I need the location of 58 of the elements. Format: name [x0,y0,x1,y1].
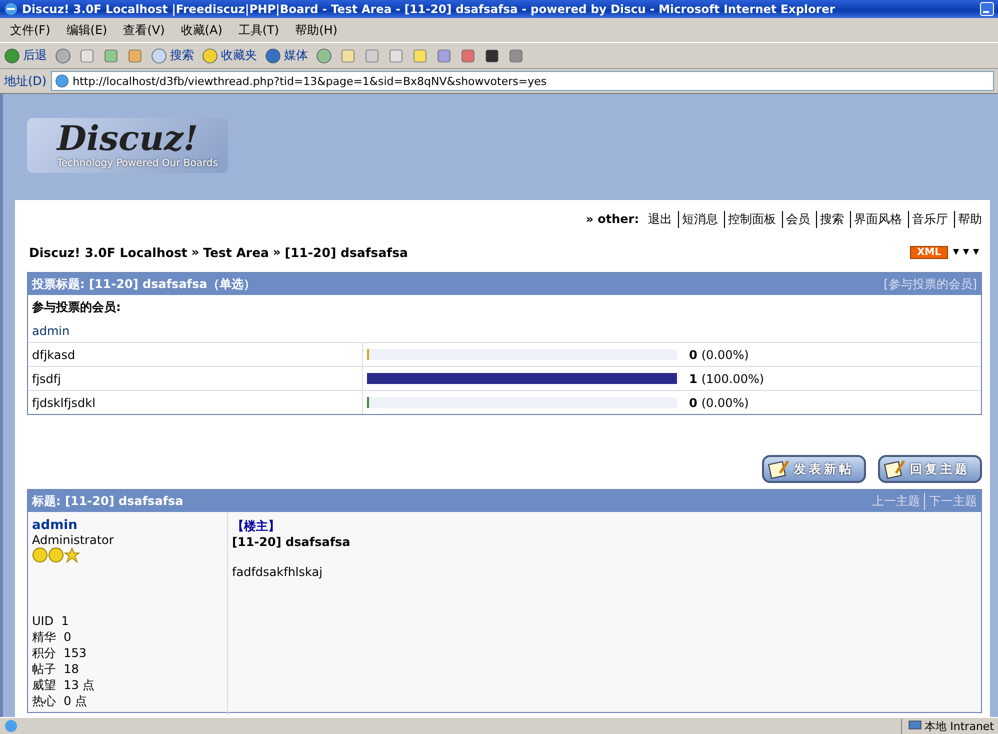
nav-link[interactable]: 帮助 [954,210,982,228]
menu-item[interactable]: 文件(F) [10,22,50,38]
author-stat: 热心 0 点 [32,693,88,709]
breadcrumb-separator: » [273,245,281,259]
menu-item[interactable]: 收藏(A) [180,22,222,38]
author-stat: 帖子 18 [32,661,80,677]
option-name: fjsdfj [32,372,61,386]
post-title: [11-20] dsafsafsa [232,535,352,549]
voters-label: 参与投票的会员: [32,300,121,314]
window-title: Discuz! 3.0F Localhost |Freediscuz|PHP|Board - Test Area - [11-20] dsafsafsa - powered by Discu - Microsoft Internet Explorer [22,2,836,16]
address-label: 地址(D) [4,72,47,90]
nav-link[interactable]: 界面风格 [850,210,902,228]
nav-link[interactable]: 音乐厅 [908,210,948,228]
favorites-button[interactable]: 收藏夹 [202,47,257,64]
author-stat: 精华 0 [32,629,72,645]
address-field[interactable]: http://localhost/d3fb/viewthread.php?tid=13&page=1&sid=Bx8qNV&showvoters=yes [50,71,994,91]
nav-link[interactable]: 退出 [645,210,672,228]
breadcrumb-link[interactable]: [11-20] dsafsafsa [284,244,408,260]
nav-link[interactable]: 短消息 [678,210,718,228]
floor-label: 【楼主】 [232,518,281,535]
breadcrumb-link[interactable]: Discuz! 3.0F Localhost [29,244,188,260]
author-role: Administrator [32,533,115,547]
author-stat: 积分 153 [32,645,88,661]
nav-link[interactable]: 搜索 [816,210,844,228]
back-button[interactable]: 后退 [4,47,47,64]
post-header-title: 标题: [11-20] dsafsafsa [32,492,184,510]
pencil-note-icon [768,459,790,479]
nav-label: » other: [586,212,639,226]
vote-percent: (0.00%) [701,396,749,410]
vote-percent: (0.00%) [701,348,749,362]
option-name: dfjkasd [32,348,76,362]
breadcrumb-link[interactable]: Test Area [203,244,269,260]
pencil-note-icon [884,459,906,479]
option-name: fjdsklfjsdkl [32,396,96,410]
breadcrumb-separator: » [191,245,200,259]
menu-item[interactable]: 编辑(E) [66,22,108,38]
vote-count: 0 [689,396,698,410]
media-button[interactable]: 媒体 [265,47,308,64]
minimize-icon[interactable] [980,2,994,16]
zone-label: 本地 Intranet [900,718,994,734]
vote-count: 1 [689,372,698,386]
nav-link[interactable]: 控制面板 [724,210,776,228]
author-stat: 威望 13 点 [32,677,96,693]
author-name[interactable]: admin [32,518,223,533]
vote-count: 0 [689,348,698,362]
menu-item[interactable]: 工具(T) [238,22,280,38]
author-stat: UID 1 [32,613,70,629]
post-body: fadfdsakfhlskaj [232,565,324,579]
menu-item[interactable]: 帮助(H) [295,22,338,38]
down-arrows-icon[interactable] [952,248,982,256]
voter-link[interactable]: admin [32,324,70,338]
menu-item[interactable]: 查看(V) [123,22,165,38]
logo: Discuz! Technology Powered Our Boards [27,118,228,173]
search-button[interactable]: 搜索 [151,47,194,64]
nav-link[interactable]: 会员 [782,210,810,228]
rank-icons-drawing [32,547,80,563]
vote-percent: (100.00%) [701,372,764,386]
poll-title: 投票标题: [11-20] dsafsafsa（单选） [32,276,256,292]
